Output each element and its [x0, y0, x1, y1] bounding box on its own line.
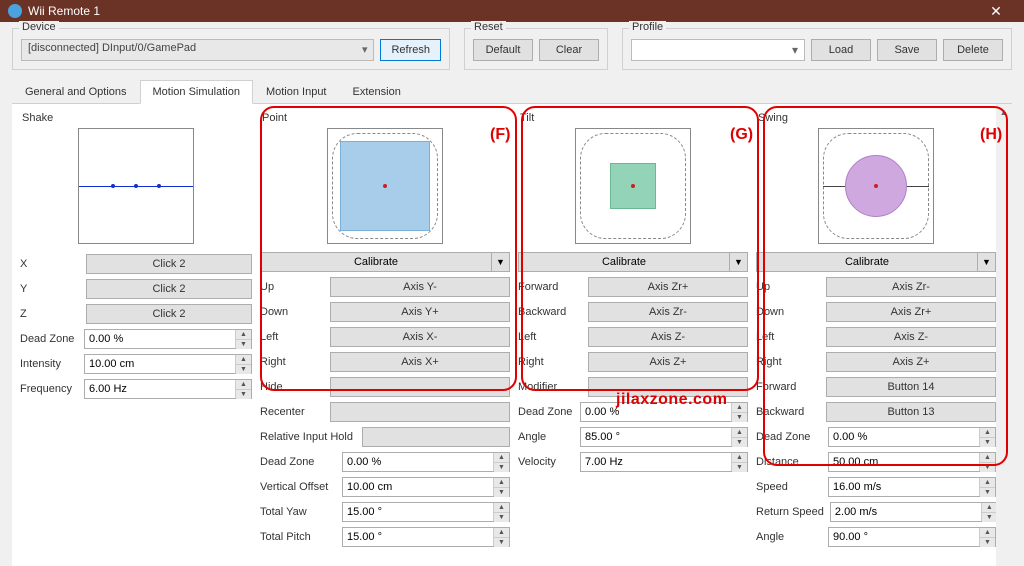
top-panel: Device [disconnected] DInput/0/GamePad R… — [0, 22, 1024, 70]
tilt-viz — [575, 128, 691, 244]
shake-title: Shake — [20, 112, 252, 124]
swing-fwd-bind[interactable]: Button 14 — [826, 377, 996, 397]
point-viz — [327, 128, 443, 244]
load-button[interactable]: Load — [811, 39, 871, 61]
shake-z-bind[interactable]: Click 2 — [86, 304, 252, 324]
point-hide-bind[interactable] — [330, 377, 510, 397]
tilt-mod-bind[interactable] — [588, 377, 748, 397]
shake-z-label: Z — [20, 308, 80, 320]
point-voff-input[interactable]: ▲▼ — [342, 477, 510, 497]
device-group: Device [disconnected] DInput/0/GamePad R… — [12, 28, 450, 70]
spin-up-icon[interactable]: ▲ — [236, 330, 251, 340]
swing-calibrate[interactable]: Calibrate — [756, 252, 978, 272]
point-dz-input[interactable]: ▲▼ — [342, 452, 510, 472]
tilt-left-bind[interactable]: Axis Z- — [588, 327, 748, 347]
content-panel: Shake X Click 2 Y Click 2 Z Click 2 Dead Zo… — [12, 104, 1012, 566]
tab-motion-input[interactable]: Motion Input — [253, 80, 340, 104]
tab-general[interactable]: General and Options — [12, 80, 140, 104]
title-bar: Wii Remote 1 ✕ — [0, 0, 1024, 22]
swing-bwd-bind[interactable]: Button 13 — [826, 402, 996, 422]
tilt-angle-input[interactable]: ▲▼ — [580, 427, 748, 447]
swing-dist-input[interactable]: ▲▼ — [828, 452, 996, 472]
tilt-column: Tilt Calibrate▼ ForwardAxis Zr+ Backward… — [514, 108, 752, 562]
tilt-vel-input[interactable]: ▲▼ — [580, 452, 748, 472]
reset-label: Reset — [471, 21, 506, 33]
save-button[interactable]: Save — [877, 39, 937, 61]
window-title: Wii Remote 1 — [28, 4, 976, 18]
point-yaw-input[interactable]: ▲▼ — [342, 502, 510, 522]
point-calibrate-dd[interactable]: ▼ — [492, 252, 510, 272]
swing-column: Swing Calibrate▼ UpAxis Zr- DownAxis Zr+… — [752, 108, 1000, 562]
close-icon[interactable]: ✕ — [976, 3, 1016, 20]
tab-motion-sim[interactable]: Motion Simulation — [140, 80, 253, 104]
shake-int-input[interactable]: ▲▼ — [84, 354, 252, 374]
device-select[interactable]: [disconnected] DInput/0/GamePad — [21, 39, 374, 61]
point-right-bind[interactable]: Axis X+ — [330, 352, 510, 372]
tilt-title: Tilt — [518, 112, 748, 124]
scroll-up-icon[interactable]: ▲ — [996, 104, 1012, 120]
swing-viz — [818, 128, 934, 244]
swing-angle-input[interactable]: ▲▼ — [828, 527, 996, 547]
tilt-right-bind[interactable]: Axis Z+ — [588, 352, 748, 372]
point-title: Point — [260, 112, 510, 124]
shake-dz-val[interactable] — [85, 330, 235, 348]
point-down-bind[interactable]: Axis Y+ — [330, 302, 510, 322]
swing-right-bind[interactable]: Axis Z+ — [826, 352, 996, 372]
shake-x-label: X — [20, 258, 80, 270]
scrollbar[interactable]: ▲ — [996, 104, 1012, 566]
shake-freq-input[interactable]: ▲▼ — [84, 379, 252, 399]
tab-bar: General and Options Motion Simulation Mo… — [12, 80, 1012, 104]
swing-retspeed-input[interactable]: ▲▼ — [830, 502, 998, 522]
reset-group: Reset Default Clear — [464, 28, 608, 70]
clear-button[interactable]: Clear — [539, 39, 599, 61]
shake-x-bind[interactable]: Click 2 — [86, 254, 252, 274]
shake-dz-input[interactable]: ▲▼ — [84, 329, 252, 349]
point-up-bind[interactable]: Axis Y- — [330, 277, 510, 297]
tilt-calibrate[interactable]: Calibrate — [518, 252, 730, 272]
point-left-bind[interactable]: Axis X- — [330, 327, 510, 347]
shake-y-label: Y — [20, 283, 80, 295]
refresh-button[interactable]: Refresh — [380, 39, 441, 61]
swing-left-bind[interactable]: Axis Z- — [826, 327, 996, 347]
app-icon — [8, 4, 22, 18]
point-calibrate[interactable]: Calibrate — [260, 252, 492, 272]
spin-down-icon[interactable]: ▼ — [236, 340, 251, 349]
swing-dz-input[interactable]: ▲▼ — [828, 427, 996, 447]
tilt-calibrate-dd[interactable]: ▼ — [730, 252, 748, 272]
profile-label: Profile — [629, 21, 666, 33]
shake-freq-label: Frequency — [20, 383, 78, 395]
profile-select[interactable] — [631, 39, 805, 61]
device-label: Device — [19, 21, 59, 33]
delete-button[interactable]: Delete — [943, 39, 1003, 61]
tab-extension[interactable]: Extension — [340, 80, 414, 104]
point-pitch-input[interactable]: ▲▼ — [342, 527, 510, 547]
shake-int-label: Intensity — [20, 358, 78, 370]
point-column: Point Calibrate▼ UpAxis Y- DownAxis Y+ L… — [256, 108, 514, 562]
tilt-fwd-bind[interactable]: Axis Zr+ — [588, 277, 748, 297]
swing-calibrate-dd[interactable]: ▼ — [978, 252, 996, 272]
shake-dz-label: Dead Zone — [20, 333, 78, 345]
swing-title: Swing — [756, 112, 996, 124]
profile-group: Profile Load Save Delete — [622, 28, 1012, 70]
tilt-dz-input[interactable]: ▲▼ — [580, 402, 748, 422]
shake-y-bind[interactable]: Click 2 — [86, 279, 252, 299]
swing-down-bind[interactable]: Axis Zr+ — [826, 302, 996, 322]
swing-speed-input[interactable]: ▲▼ — [828, 477, 996, 497]
tilt-bwd-bind[interactable]: Axis Zr- — [588, 302, 748, 322]
shake-viz — [78, 128, 194, 244]
point-relhold-bind[interactable] — [362, 427, 510, 447]
swing-up-bind[interactable]: Axis Zr- — [826, 277, 996, 297]
point-recenter-bind[interactable] — [330, 402, 510, 422]
default-button[interactable]: Default — [473, 39, 533, 61]
shake-column: Shake X Click 2 Y Click 2 Z Click 2 Dead Zo… — [16, 108, 256, 562]
